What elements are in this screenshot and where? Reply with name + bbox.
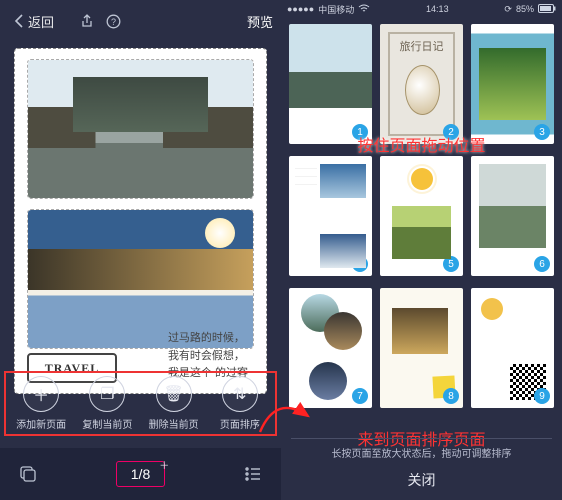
page-thumb-6[interactable]: 6 [471, 156, 554, 276]
photo-slot-2[interactable] [27, 209, 254, 349]
page-thumb-9[interactable]: 9 [471, 288, 554, 408]
page-thumb-4[interactable]: ·································4 [289, 156, 372, 276]
globe-icon [405, 65, 440, 115]
rotation-lock-icon: ⟳ [504, 4, 512, 15]
export-icon[interactable] [80, 14, 94, 28]
layers-icon[interactable] [14, 460, 42, 488]
editor-screen: 返回 ? 预览 TRAVEL 过马路的时候， 我有时会假想， 我是这个 的过客 [0, 0, 281, 500]
sort-footer: 长按页面至放大状态后，拖动可调整排序 关闭 [291, 438, 552, 490]
page-grid: 1 旅行日记 2 3 ·····························… [281, 18, 562, 414]
menu-icon[interactable] [239, 460, 267, 488]
page-thumb-1[interactable]: 1 [289, 24, 372, 144]
close-button[interactable]: 关闭 [291, 470, 552, 490]
preview-button[interactable]: 预览 [247, 12, 273, 31]
page-thumb-3[interactable]: 3 [471, 24, 554, 144]
sort-screen: ●●●●● 中国移动 14:13 ⟳ 85% 1 旅行日记 [281, 0, 562, 500]
footer-hint: 长按页面至放大状态后，拖动可调整排序 [291, 445, 552, 460]
page-indicator[interactable]: 1/8 ＋ [116, 461, 165, 487]
bulb-icon [481, 298, 503, 320]
page-thumb-5[interactable]: 5 [380, 156, 463, 276]
battery-icon [538, 4, 556, 15]
back-button[interactable]: 返回 [14, 12, 54, 31]
page-toolbar: ＋ 添加新页面 ❐ 复制当前页 🗑 删除当前页 ⇅ 页面排序 [8, 376, 273, 431]
signal-icon: ●●●●● [287, 4, 314, 14]
annotation-arrow [256, 384, 316, 449]
status-bar: ●●●●● 中国移动 14:13 ⟳ 85% [281, 0, 562, 18]
wifi-icon [358, 4, 370, 15]
carrier-label: 中国移动 [318, 3, 354, 16]
trash-icon: 🗑 [156, 376, 192, 412]
add-page-button[interactable]: ＋ 添加新页面 [11, 376, 71, 431]
back-label: 返回 [28, 12, 54, 31]
hint-drag-text: 按住页面拖动位置 [281, 132, 562, 156]
page-thumb-2[interactable]: 旅行日记 2 [380, 24, 463, 144]
bottom-bar: 1/8 ＋ [0, 448, 281, 500]
editor-topbar: 返回 ? 预览 [0, 0, 281, 42]
page-thumb-8[interactable]: 8 [380, 288, 463, 408]
svg-text:?: ? [111, 17, 116, 27]
help-icon[interactable]: ? [106, 14, 121, 29]
duplicate-page-button[interactable]: ❐ 复制当前页 [77, 376, 137, 431]
page-add-badge: ＋ [159, 457, 169, 472]
diary-title: 旅行日记 [380, 38, 463, 54]
sun-icon [411, 168, 433, 190]
copy-icon: ❐ [89, 376, 125, 412]
clock-label: 14:13 [426, 4, 449, 14]
plus-icon: ＋ [23, 376, 59, 412]
page-toolbar-highlight: ＋ 添加新页面 ❐ 复制当前页 🗑 删除当前页 ⇅ 页面排序 [4, 371, 277, 436]
battery-label: 85% [516, 4, 534, 14]
sort-icon: ⇅ [222, 376, 258, 412]
delete-page-button[interactable]: 🗑 删除当前页 [144, 376, 204, 431]
photo-slot-1[interactable] [27, 59, 254, 199]
page-canvas[interactable]: TRAVEL 过马路的时候， 我有时会假想， 我是这个 的过客 [14, 48, 267, 394]
